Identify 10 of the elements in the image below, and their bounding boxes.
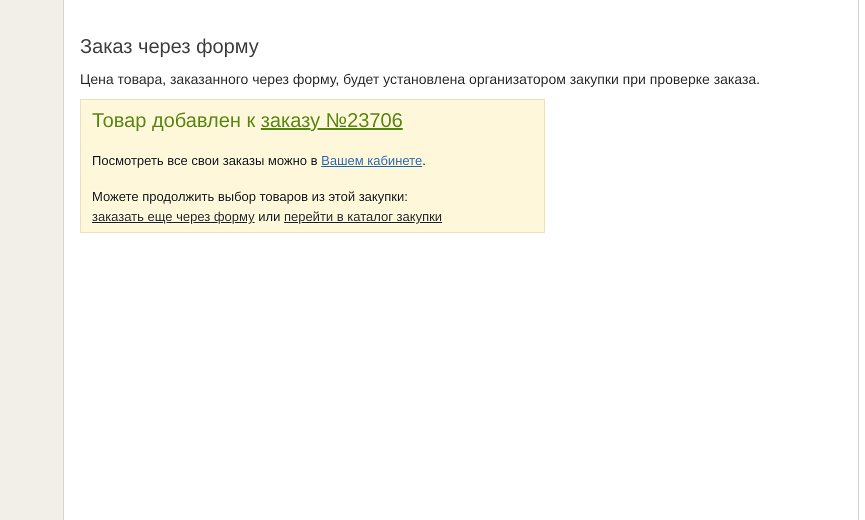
page-heading: Заказ через форму: [80, 36, 260, 59]
order-link[interactable]: заказу №23706: [260, 110, 403, 132]
catalog-link[interactable]: перейти в каталог закупки: [284, 209, 442, 224]
cabinet-text: Посмотреть все свои заказы можно в Вашем кабинете.: [92, 152, 427, 170]
price-note: Цена товара, заказанного через форму, будет установлена организатором закупки при проверке заказа.: [80, 71, 762, 87]
order-form-link[interactable]: заказать еще через форму: [92, 209, 255, 224]
notice-title: Товар добавлен к заказу №23706: [92, 110, 404, 133]
continue-text: Можете продолжить выбор товаров из этой закупки:: [92, 188, 409, 206]
cabinet-link[interactable]: Вашем кабинете: [321, 153, 422, 168]
continue-links: заказать еще через форму или перейти в каталог закупки: [92, 208, 444, 226]
